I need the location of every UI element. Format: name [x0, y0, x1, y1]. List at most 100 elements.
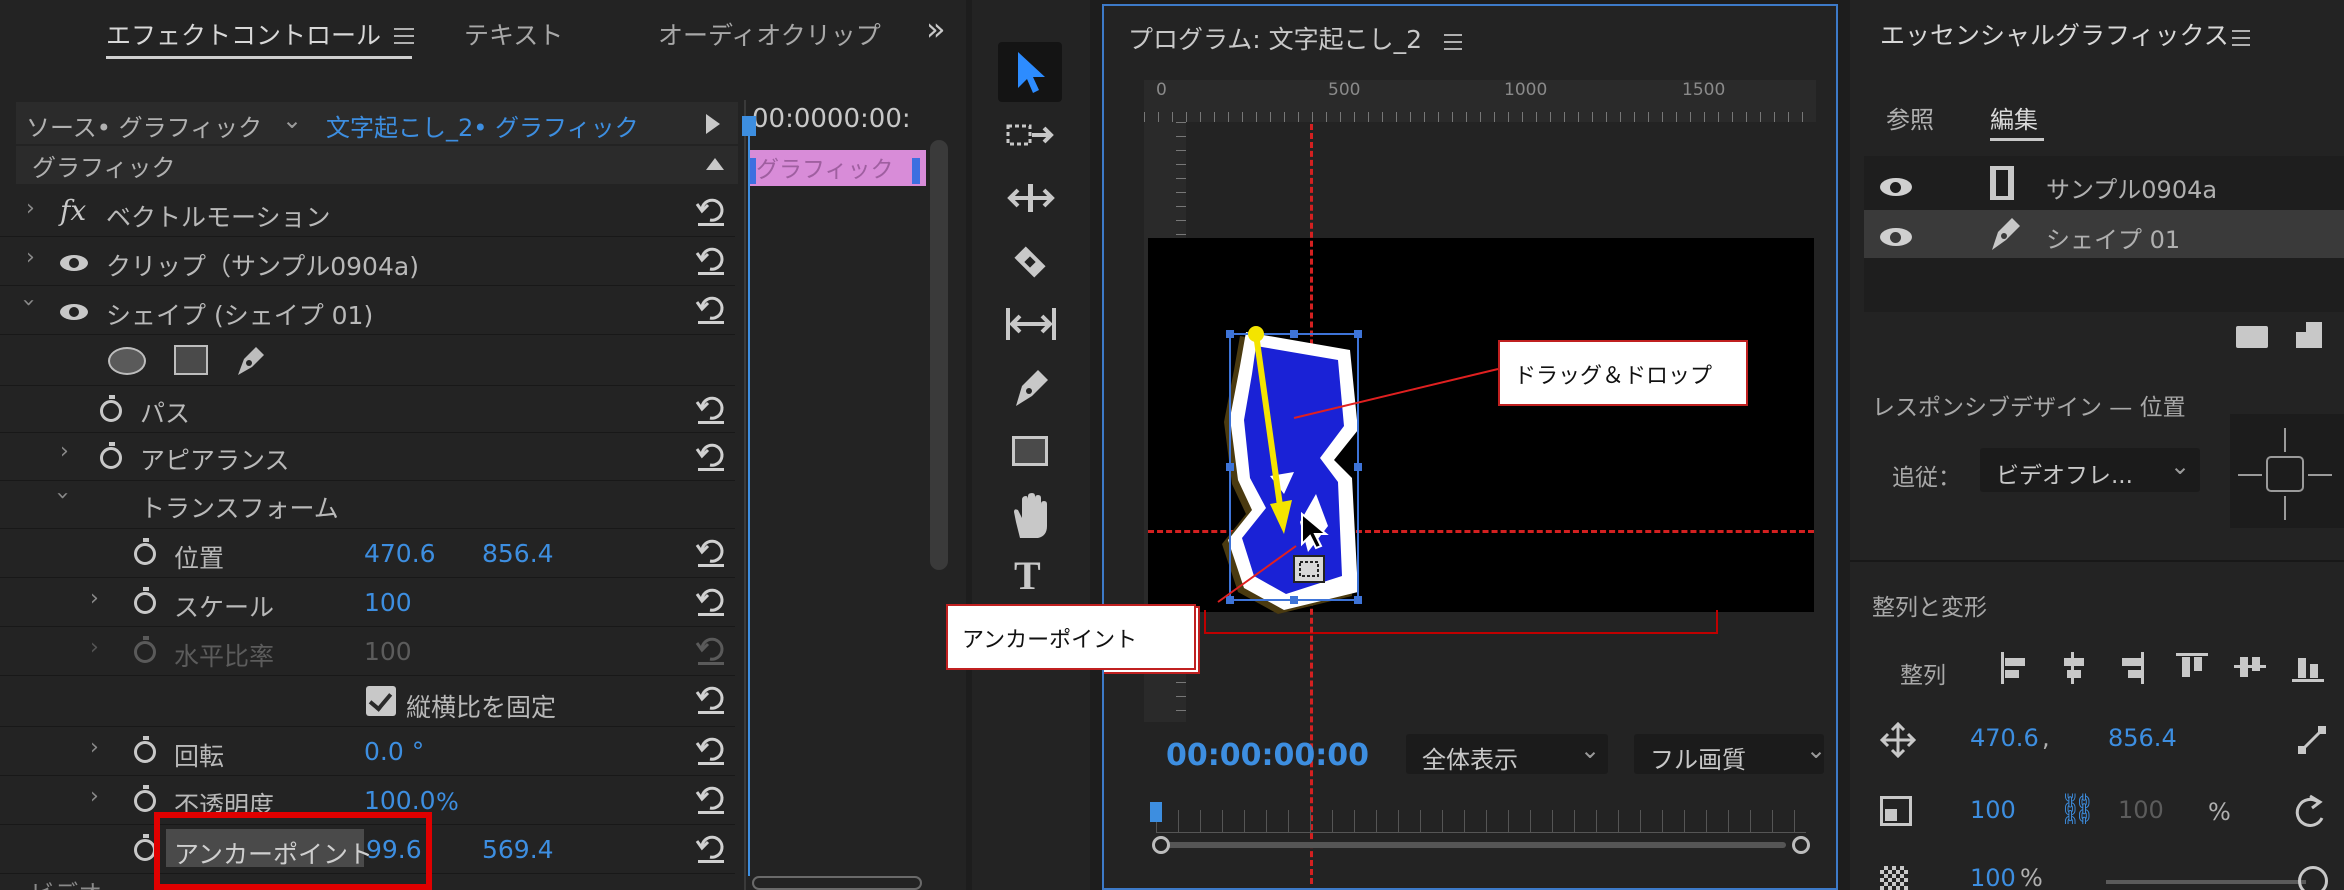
reset-icon[interactable]	[694, 735, 728, 771]
rotate-icon[interactable]	[2290, 792, 2330, 832]
clip-handle-right[interactable]	[912, 158, 920, 184]
expand-chevron-icon[interactable]: ›	[60, 439, 69, 464]
zoom-handle-right[interactable]	[1792, 836, 1810, 854]
align-center-v-icon[interactable]	[2232, 650, 2268, 690]
expand-chevron-icon[interactable]: ›	[26, 245, 35, 270]
folder-icon[interactable]	[2236, 326, 2268, 348]
tabs-overflow-icon[interactable]: »	[926, 10, 946, 48]
mini-hscroll[interactable]	[752, 876, 922, 890]
stopwatch-icon[interactable]	[134, 785, 156, 812]
clip-label[interactable]: 文字起こし_2• グラフィック	[326, 108, 639, 143]
track-select-tool-icon[interactable]	[1006, 116, 1056, 156]
rotation-value[interactable]: 0.0 °	[364, 737, 424, 766]
pin-top[interactable]	[2284, 428, 2286, 452]
opacity-slider-handle[interactable]	[2298, 866, 2328, 890]
stopwatch-icon[interactable]	[134, 587, 156, 614]
appearance-label: アピアランス	[140, 446, 290, 475]
reset-icon[interactable]	[694, 833, 728, 869]
opacity-value[interactable]: 100.0	[364, 786, 436, 815]
play-triangle-icon[interactable]	[706, 114, 720, 134]
expand-chevron-icon[interactable]: ›	[90, 635, 99, 660]
eye-icon[interactable]	[60, 255, 88, 271]
align-top-icon[interactable]	[2174, 650, 2210, 690]
mini-scrollbar[interactable]	[930, 140, 948, 570]
scrubber-playhead[interactable]	[1150, 802, 1162, 822]
eye-icon[interactable]	[1880, 228, 1912, 246]
slip-tool-icon[interactable]	[1004, 304, 1058, 344]
zoom-handle-left[interactable]	[1152, 836, 1170, 854]
tab-audio-clip[interactable]: オーディオクリップ	[658, 16, 881, 52]
stopwatch-icon[interactable]	[134, 538, 156, 565]
stopwatch-icon[interactable]	[100, 442, 122, 469]
pin-bottom[interactable]	[2284, 496, 2286, 520]
collapse-chevron-icon[interactable]: ›	[50, 491, 75, 500]
stopwatch-icon[interactable]	[100, 395, 122, 422]
reset-icon[interactable]	[694, 294, 728, 330]
pin-left[interactable]	[2238, 474, 2262, 476]
eg-title[interactable]: エッセンシャルグラフィックス	[1880, 16, 2229, 52]
ellipse-tool-icon[interactable]	[108, 347, 146, 375]
selection-tool-icon[interactable]	[1014, 50, 1048, 96]
stopwatch-icon[interactable]	[134, 736, 156, 763]
program-timecode[interactable]: 00:00:00:00	[1166, 738, 1369, 773]
expand-chevron-icon[interactable]: ›	[26, 196, 35, 221]
collapse-up-icon[interactable]	[706, 158, 724, 170]
anchor-y-value[interactable]: 569.4	[482, 835, 554, 864]
eg-scale[interactable]: 100	[1970, 796, 2016, 824]
reset-icon[interactable]	[694, 684, 728, 720]
playhead-head[interactable]	[742, 116, 756, 136]
scrubber-ruler[interactable]	[1156, 810, 1806, 833]
eg-pos-y[interactable]: 856.4	[2108, 724, 2177, 752]
panel-menu-icon[interactable]	[394, 26, 414, 44]
align-bottom-icon[interactable]	[2290, 650, 2326, 690]
stopwatch-icon[interactable]	[134, 834, 156, 861]
align-left-icon[interactable]	[1998, 650, 2034, 690]
ripple-edit-tool-icon[interactable]	[1006, 178, 1056, 218]
expand-chevron-icon[interactable]: ›	[90, 735, 99, 760]
fit-chevron-icon: ⌄	[1580, 736, 1601, 764]
source-label[interactable]: ソース• グラフィック	[26, 108, 262, 143]
eye-icon[interactable]	[60, 304, 88, 320]
tab-edit-underline	[1990, 138, 2044, 141]
eye-icon[interactable]	[1880, 178, 1912, 196]
align-right-icon[interactable]	[2114, 650, 2150, 690]
tab-text[interactable]: テキスト	[464, 16, 563, 52]
razor-tool-icon[interactable]	[1008, 240, 1052, 284]
tab-effect-controls[interactable]: エフェクトコントロール	[106, 16, 381, 52]
new-layer-icon[interactable]	[2296, 322, 2322, 348]
eg-pos-x[interactable]: 470.6	[1970, 724, 2039, 752]
rectangle-tool-icon[interactable]	[1012, 436, 1048, 466]
uniform-scale-checkbox[interactable]	[366, 686, 396, 716]
type-tool-icon[interactable]: T	[1014, 552, 1041, 599]
scale-value[interactable]: 100	[364, 588, 412, 617]
reset-icon[interactable]	[694, 196, 728, 232]
align-center-h-icon[interactable]	[2056, 650, 2092, 690]
hand-tool-icon[interactable]	[1010, 492, 1054, 540]
pin-center-icon[interactable]	[2266, 456, 2304, 492]
collapse-chevron-icon[interactable]: ›	[16, 298, 41, 307]
source-chevron-icon[interactable]: ⌄	[282, 106, 302, 134]
reset-icon[interactable]	[694, 441, 728, 477]
pin-right[interactable]	[2308, 474, 2332, 476]
reset-icon[interactable]	[694, 394, 728, 430]
pen-tool-icon[interactable]	[234, 343, 268, 379]
playhead-line[interactable]	[748, 116, 750, 876]
opacity-slider-track[interactable]	[2106, 880, 2306, 884]
tab-browse[interactable]: 参照	[1886, 100, 1934, 135]
link-icon[interactable]: ⛓	[2058, 792, 2096, 827]
eg-opacity[interactable]: 100	[1970, 864, 2016, 890]
panel-menu-icon[interactable]	[2232, 28, 2250, 46]
expand-chevron-icon[interactable]: ›	[90, 586, 99, 611]
pen-tool-icon[interactable]	[1012, 366, 1052, 410]
zoom-bar[interactable]	[1162, 842, 1786, 848]
position-y-value[interactable]: 856.4	[482, 539, 554, 568]
reset-icon[interactable]	[694, 537, 728, 573]
expand-chevron-icon[interactable]: ›	[90, 784, 99, 809]
reset-icon[interactable]	[694, 784, 728, 820]
position-x-value[interactable]: 470.6	[364, 539, 436, 568]
anchor-path-icon[interactable]	[2296, 724, 2328, 756]
reset-icon[interactable]	[694, 245, 728, 281]
rectangle-tool-icon[interactable]	[174, 345, 208, 375]
tab-edit[interactable]: 編集	[1990, 100, 2038, 135]
reset-icon[interactable]	[694, 586, 728, 622]
